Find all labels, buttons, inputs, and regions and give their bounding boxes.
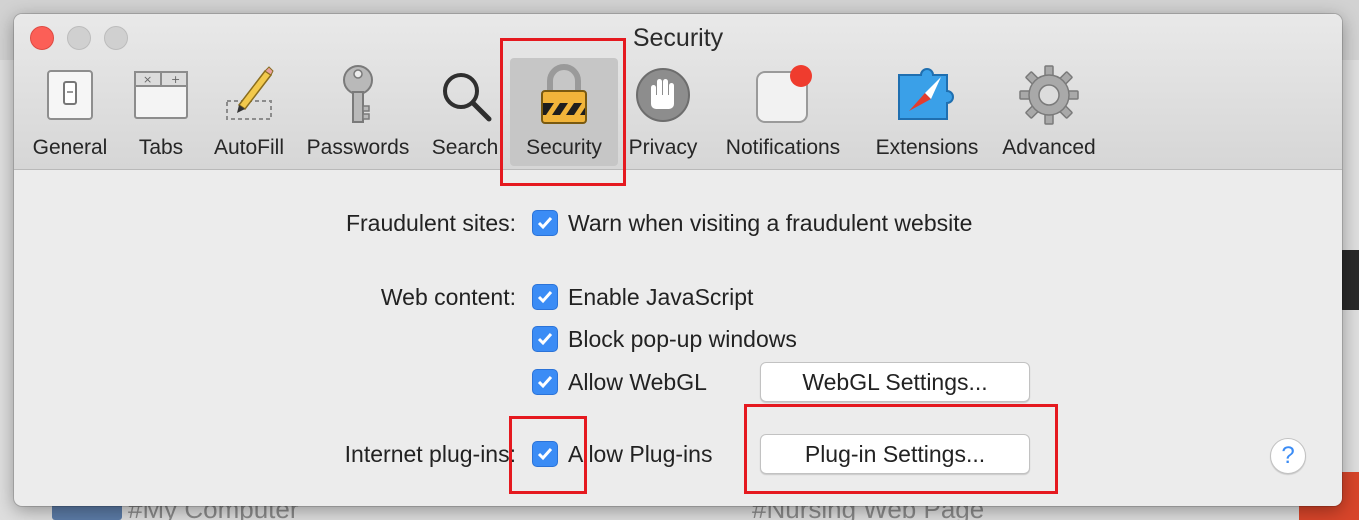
toolbar-item-autofill[interactable]: AutoFill — [204, 58, 294, 166]
magnifier-icon — [433, 64, 497, 126]
checkmark-icon — [537, 333, 553, 346]
gear-icon — [1017, 64, 1081, 126]
tabs-icon: × + — [129, 64, 193, 126]
toolbar-label-advanced: Advanced — [1002, 136, 1096, 159]
allow-webgl-label: Allow WebGL — [568, 369, 707, 395]
webgl-settings-button[interactable]: WebGL Settings... — [760, 362, 1030, 402]
help-button[interactable]: ? — [1270, 438, 1306, 474]
internet-plugins-label: Internet plug-ins: — [344, 441, 516, 467]
checkmark-icon — [537, 448, 553, 461]
key-icon — [326, 64, 390, 126]
lock-icon — [532, 64, 596, 126]
toolbar-label-notifications: Notifications — [725, 136, 841, 159]
block-popups-label: Block pop-up windows — [568, 326, 797, 352]
checkmark-icon — [537, 291, 553, 304]
toolbar-label-autofill: AutoFill — [213, 136, 285, 159]
fraudulent-sites-label: Fraudulent sites: — [345, 210, 516, 236]
toolbar-label-privacy: Privacy — [628, 136, 698, 159]
toolbar-item-security[interactable]: Security — [510, 58, 618, 166]
toolbar-label-security: Security — [526, 136, 602, 159]
plugin-settings-button[interactable]: Plug-in Settings... — [760, 434, 1030, 474]
toolbar-label-tabs: Tabs — [138, 136, 184, 159]
web-content-label: Web content: — [380, 284, 516, 310]
toolbar-item-tabs[interactable]: × + Tabs — [126, 58, 196, 166]
svg-text:+: + — [171, 73, 180, 86]
enable-javascript-label: Enable JavaScript — [568, 284, 754, 310]
enable-javascript-checkbox[interactable] — [532, 284, 558, 310]
toolbar-label-extensions: Extensions — [875, 136, 979, 159]
checkmark-icon — [537, 376, 553, 389]
allow-plugins-checkbox[interactable] — [532, 441, 558, 467]
notifications-icon — [751, 64, 815, 126]
window-title: Security — [632, 24, 724, 52]
svg-text:×: × — [143, 73, 152, 86]
general-icon — [38, 64, 102, 126]
autofill-icon — [217, 64, 281, 126]
titlebar: Security General × + Tabs AutoFill Passw… — [14, 14, 1342, 170]
checkmark-icon — [537, 217, 553, 230]
preferences-window: Security General × + Tabs AutoFill Passw… — [14, 14, 1342, 506]
allow-plugins-label: Allow Plug-ins — [568, 441, 713, 467]
toolbar-item-passwords[interactable]: Passwords — [300, 58, 416, 166]
warn-fraudulent-checkbox[interactable] — [532, 210, 558, 236]
toolbar-item-extensions[interactable]: Extensions — [864, 58, 990, 166]
hand-icon — [631, 64, 695, 126]
block-popups-checkbox[interactable] — [532, 326, 558, 352]
warn-fraudulent-label: Warn when visiting a fraudulent website — [568, 210, 973, 236]
toolbar-label-passwords: Passwords — [306, 136, 410, 159]
allow-webgl-checkbox[interactable] — [532, 369, 558, 395]
toolbar-label-search: Search — [431, 136, 499, 159]
toolbar-item-privacy[interactable]: Privacy — [624, 58, 702, 166]
toolbar-item-advanced[interactable]: Advanced — [996, 58, 1102, 166]
toolbar-label-general: General — [32, 136, 108, 159]
puzzle-compass-icon — [895, 64, 959, 126]
toolbar-item-notifications[interactable]: Notifications — [710, 58, 856, 166]
toolbar-item-general[interactable]: General — [24, 58, 116, 166]
toolbar-item-search[interactable]: Search — [428, 58, 502, 166]
